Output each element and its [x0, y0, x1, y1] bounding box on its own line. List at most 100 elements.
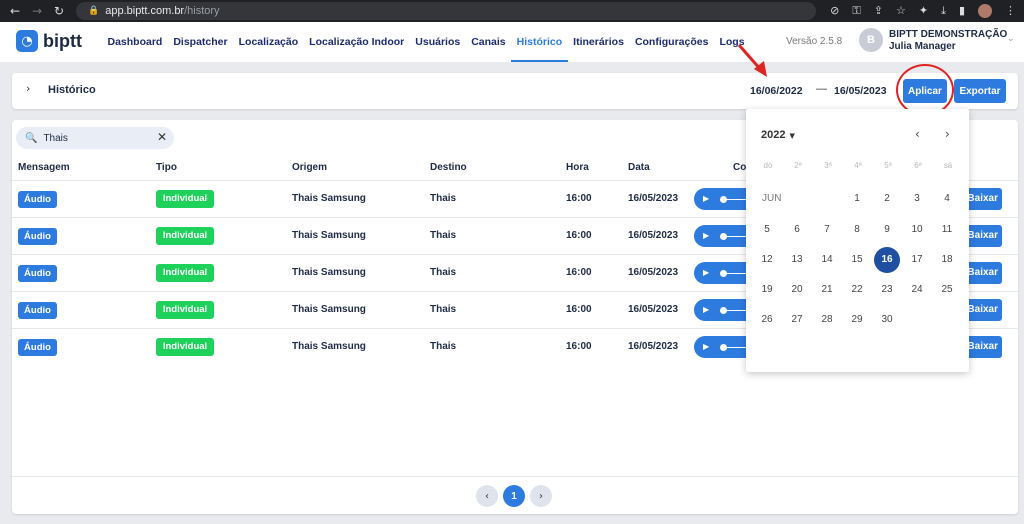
seek-bar[interactable] — [726, 199, 746, 200]
audio-player[interactable]: ▶ — [694, 336, 746, 358]
prev-month-chevron-left-icon[interactable]: ‹ — [915, 127, 920, 141]
day-cell[interactable]: 23 — [874, 277, 900, 303]
column-header: Mensagem — [18, 162, 70, 173]
download-icon[interactable]: ⤓ — [941, 4, 946, 18]
logo-text: biptt — [43, 30, 82, 51]
forward-arrow-icon[interactable]: → — [30, 4, 44, 18]
day-cell[interactable]: 8 — [844, 217, 870, 243]
profile-avatar[interactable] — [978, 4, 992, 18]
day-cell[interactable]: 25 — [934, 277, 960, 303]
day-cell[interactable]: 3 — [904, 186, 930, 212]
day-cell[interactable]: 4 — [934, 186, 960, 212]
day-cell[interactable]: 21 — [814, 277, 840, 303]
audio-player[interactable]: ▶ — [694, 262, 746, 284]
year-selector[interactable]: 2022 ▼ — [761, 129, 795, 141]
chevron-right-icon[interactable]: › — [26, 82, 30, 95]
share-icon[interactable]: ⇪ — [874, 4, 883, 18]
extensions-icon[interactable]: ✦ — [919, 4, 928, 18]
day-cell[interactable]: 26 — [754, 307, 780, 333]
message-type-badge: Áudio — [18, 265, 57, 282]
destination-cell: Thais — [430, 193, 457, 204]
day-cell[interactable]: 24 — [904, 277, 930, 303]
download-button[interactable]: Baixar — [966, 262, 1002, 284]
search-input[interactable] — [43, 132, 144, 144]
day-cell[interactable]: 13 — [784, 247, 810, 273]
nav-item-dispatcher[interactable]: Dispatcher — [168, 22, 233, 62]
audio-player[interactable]: ▶ — [694, 299, 746, 321]
destination-cell: Thais — [430, 304, 457, 315]
day-selected[interactable]: 16 — [874, 247, 900, 273]
column-header: Data — [628, 162, 650, 173]
reload-icon[interactable]: ↻ — [52, 4, 66, 18]
pagination-current[interactable]: 1 — [503, 485, 525, 507]
seek-bar[interactable] — [726, 236, 746, 237]
user-menu[interactable]: B BIPTT DEMONSTRAÇÃO Julia Manager ⌄ — [859, 28, 1015, 52]
nav-item-dashboard[interactable]: Dashboard — [102, 22, 168, 62]
date-to-field[interactable]: 16/05/2023 — [834, 85, 887, 97]
location-blocked-icon[interactable]: ⊘ — [830, 4, 839, 18]
play-icon[interactable]: ▶ — [703, 342, 709, 351]
nav-item-localização[interactable]: Localização — [233, 22, 304, 62]
play-icon[interactable]: ▶ — [703, 231, 709, 240]
pagination-next[interactable]: › — [530, 485, 552, 507]
nav-item-usuários[interactable]: Usuários — [410, 22, 466, 62]
chevron-down-icon[interactable]: ⌄ — [1007, 34, 1015, 44]
sidepanel-icon[interactable]: ▮ — [959, 4, 965, 18]
day-cell[interactable]: 27 — [784, 307, 810, 333]
day-cell[interactable]: 12 — [754, 247, 780, 273]
day-cell[interactable]: 22 — [844, 277, 870, 303]
date-from-field[interactable]: 16/06/2022 — [750, 85, 803, 97]
nav-item-itinerários[interactable]: Itinerários — [568, 22, 630, 62]
day-cell[interactable]: 11 — [934, 217, 960, 243]
export-button[interactable]: Exportar — [954, 79, 1006, 103]
user-role: Julia Manager — [889, 41, 956, 52]
day-cell[interactable]: 28 — [814, 307, 840, 333]
nav-item-canais[interactable]: Canais — [466, 22, 511, 62]
audio-player[interactable]: ▶ — [694, 188, 746, 210]
seek-bar[interactable] — [726, 273, 746, 274]
key-icon[interactable]: ⚿ — [852, 4, 860, 18]
day-cell[interactable]: 17 — [904, 247, 930, 273]
day-cell[interactable]: 1 — [844, 186, 870, 212]
day-cell[interactable]: 18 — [934, 247, 960, 273]
star-icon[interactable]: ☆ — [896, 4, 906, 18]
day-cell[interactable]: 7 — [814, 217, 840, 243]
close-icon[interactable]: ✕ — [157, 130, 167, 144]
download-button[interactable]: Baixar — [966, 336, 1002, 358]
seek-bar[interactable] — [726, 347, 746, 348]
day-cell[interactable]: 14 — [814, 247, 840, 273]
pagination-prev[interactable]: ‹ — [476, 485, 498, 507]
origin-cell: Thais Samsung — [292, 230, 366, 241]
day-cell[interactable]: 2 — [874, 186, 900, 212]
audio-player[interactable]: ▶ — [694, 225, 746, 247]
kebab-menu-icon[interactable]: ⋮ — [1005, 4, 1016, 18]
destination-cell: Thais — [430, 267, 457, 278]
address-bar[interactable]: 🔒 app.biptt.com.br/history — [76, 2, 816, 20]
next-month-chevron-right-icon[interactable]: › — [945, 127, 950, 141]
day-cell[interactable]: 30 — [874, 307, 900, 333]
destination-cell: Thais — [430, 230, 457, 241]
day-cell[interactable]: 19 — [754, 277, 780, 303]
download-button[interactable]: Baixar — [966, 299, 1002, 321]
back-arrow-icon[interactable]: ← — [8, 4, 22, 18]
seek-bar[interactable] — [726, 310, 746, 311]
day-cell[interactable]: 10 — [904, 217, 930, 243]
day-cell[interactable]: 9 — [874, 217, 900, 243]
download-button[interactable]: Baixar — [966, 225, 1002, 247]
day-cell[interactable]: 15 — [844, 247, 870, 273]
day-cell[interactable]: 20 — [784, 277, 810, 303]
day-cell[interactable]: 5 — [754, 217, 780, 243]
nav-item-configurações[interactable]: Configurações — [629, 22, 714, 62]
call-type-badge: Individual — [156, 338, 214, 356]
nav-item-logs[interactable]: Logs — [714, 22, 750, 62]
play-icon[interactable]: ▶ — [703, 194, 709, 203]
message-type-badge: Áudio — [18, 302, 57, 319]
nav-item-histórico[interactable]: Histórico — [511, 22, 568, 62]
app-logo[interactable]: ◔ biptt — [16, 30, 82, 52]
nav-item-localização-indoor[interactable]: Localização Indoor — [304, 22, 410, 62]
day-cell[interactable]: 29 — [844, 307, 870, 333]
play-icon[interactable]: ▶ — [703, 268, 709, 277]
download-button[interactable]: Baixar — [966, 188, 1002, 210]
play-icon[interactable]: ▶ — [703, 305, 709, 314]
day-cell[interactable]: 6 — [784, 217, 810, 243]
